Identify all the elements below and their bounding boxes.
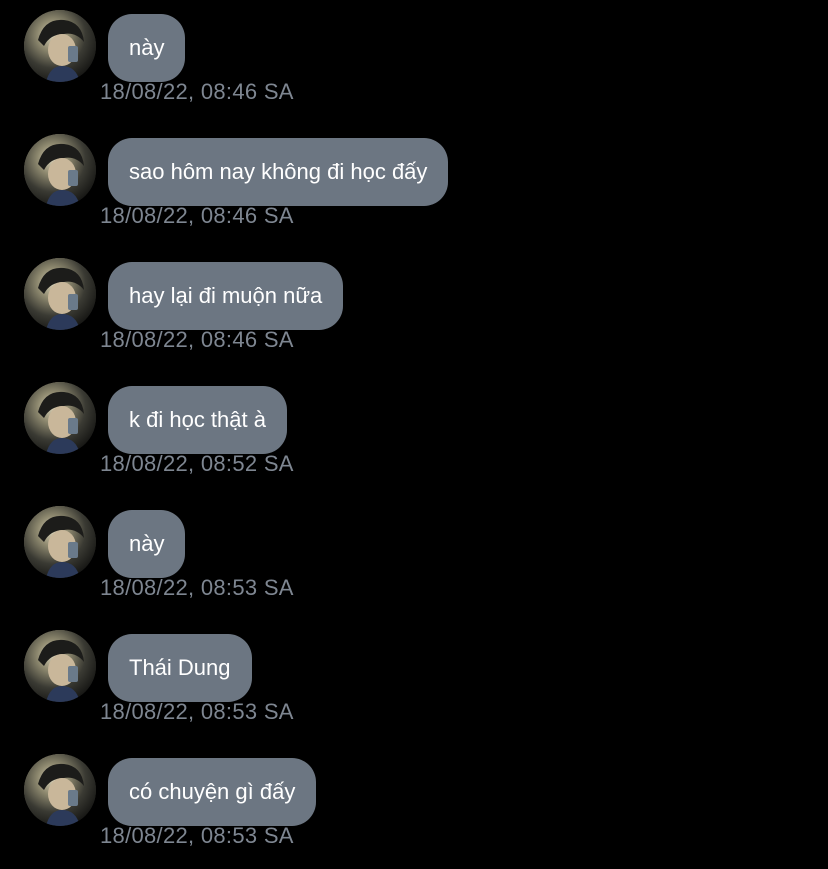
message-row: Thái Dung 18/08/22, 08:53 SA [0,620,828,744]
message-bubble[interactable]: này [108,510,186,578]
message-bubble[interactable]: Thái Dung [108,634,252,702]
message-timestamp: 18/08/22, 08:52 SA [100,451,294,476]
avatar[interactable] [24,506,96,578]
avatar[interactable] [24,258,96,330]
avatar[interactable] [24,754,96,826]
avatar[interactable] [24,134,96,206]
avatar[interactable] [24,10,96,82]
message-row: k đi học thật à 18/08/22, 08:52 SA [0,372,828,496]
message-bubble[interactable]: k đi học thật à [108,386,287,454]
message-bubble[interactable]: hay lại đi muộn nữa [108,262,344,330]
message-bubble[interactable]: có chuyện gì đấy [108,758,317,826]
message-timestamp: 18/08/22, 08:46 SA [100,79,294,104]
message-row: hay lại đi muộn nữa 18/08/22, 08:46 SA [0,248,828,372]
message-timestamp: 18/08/22, 08:53 SA [100,575,294,600]
message-row: này 18/08/22, 08:46 SA [0,0,828,124]
message-row: này 18/08/22, 08:53 SA [0,496,828,620]
message-thread: này 18/08/22, 08:46 SA sao hôm nay không đ… [0,0,828,869]
message-timestamp: 18/08/22, 08:46 SA [100,203,294,228]
message-timestamp: 18/08/22, 08:46 SA [100,327,294,352]
message-row: sao hôm nay không đi học đấy 18/08/22, 08… [0,124,828,248]
message-bubble[interactable]: này [108,14,186,82]
message-bubble[interactable]: sao hôm nay không đi học đấy [108,138,449,206]
avatar[interactable] [24,382,96,454]
message-row: có chuyện gì đấy 18/08/22, 08:53 SA [0,744,828,868]
avatar[interactable] [24,630,96,702]
message-timestamp: 18/08/22, 08:53 SA [100,823,294,848]
message-timestamp: 18/08/22, 08:53 SA [100,699,294,724]
